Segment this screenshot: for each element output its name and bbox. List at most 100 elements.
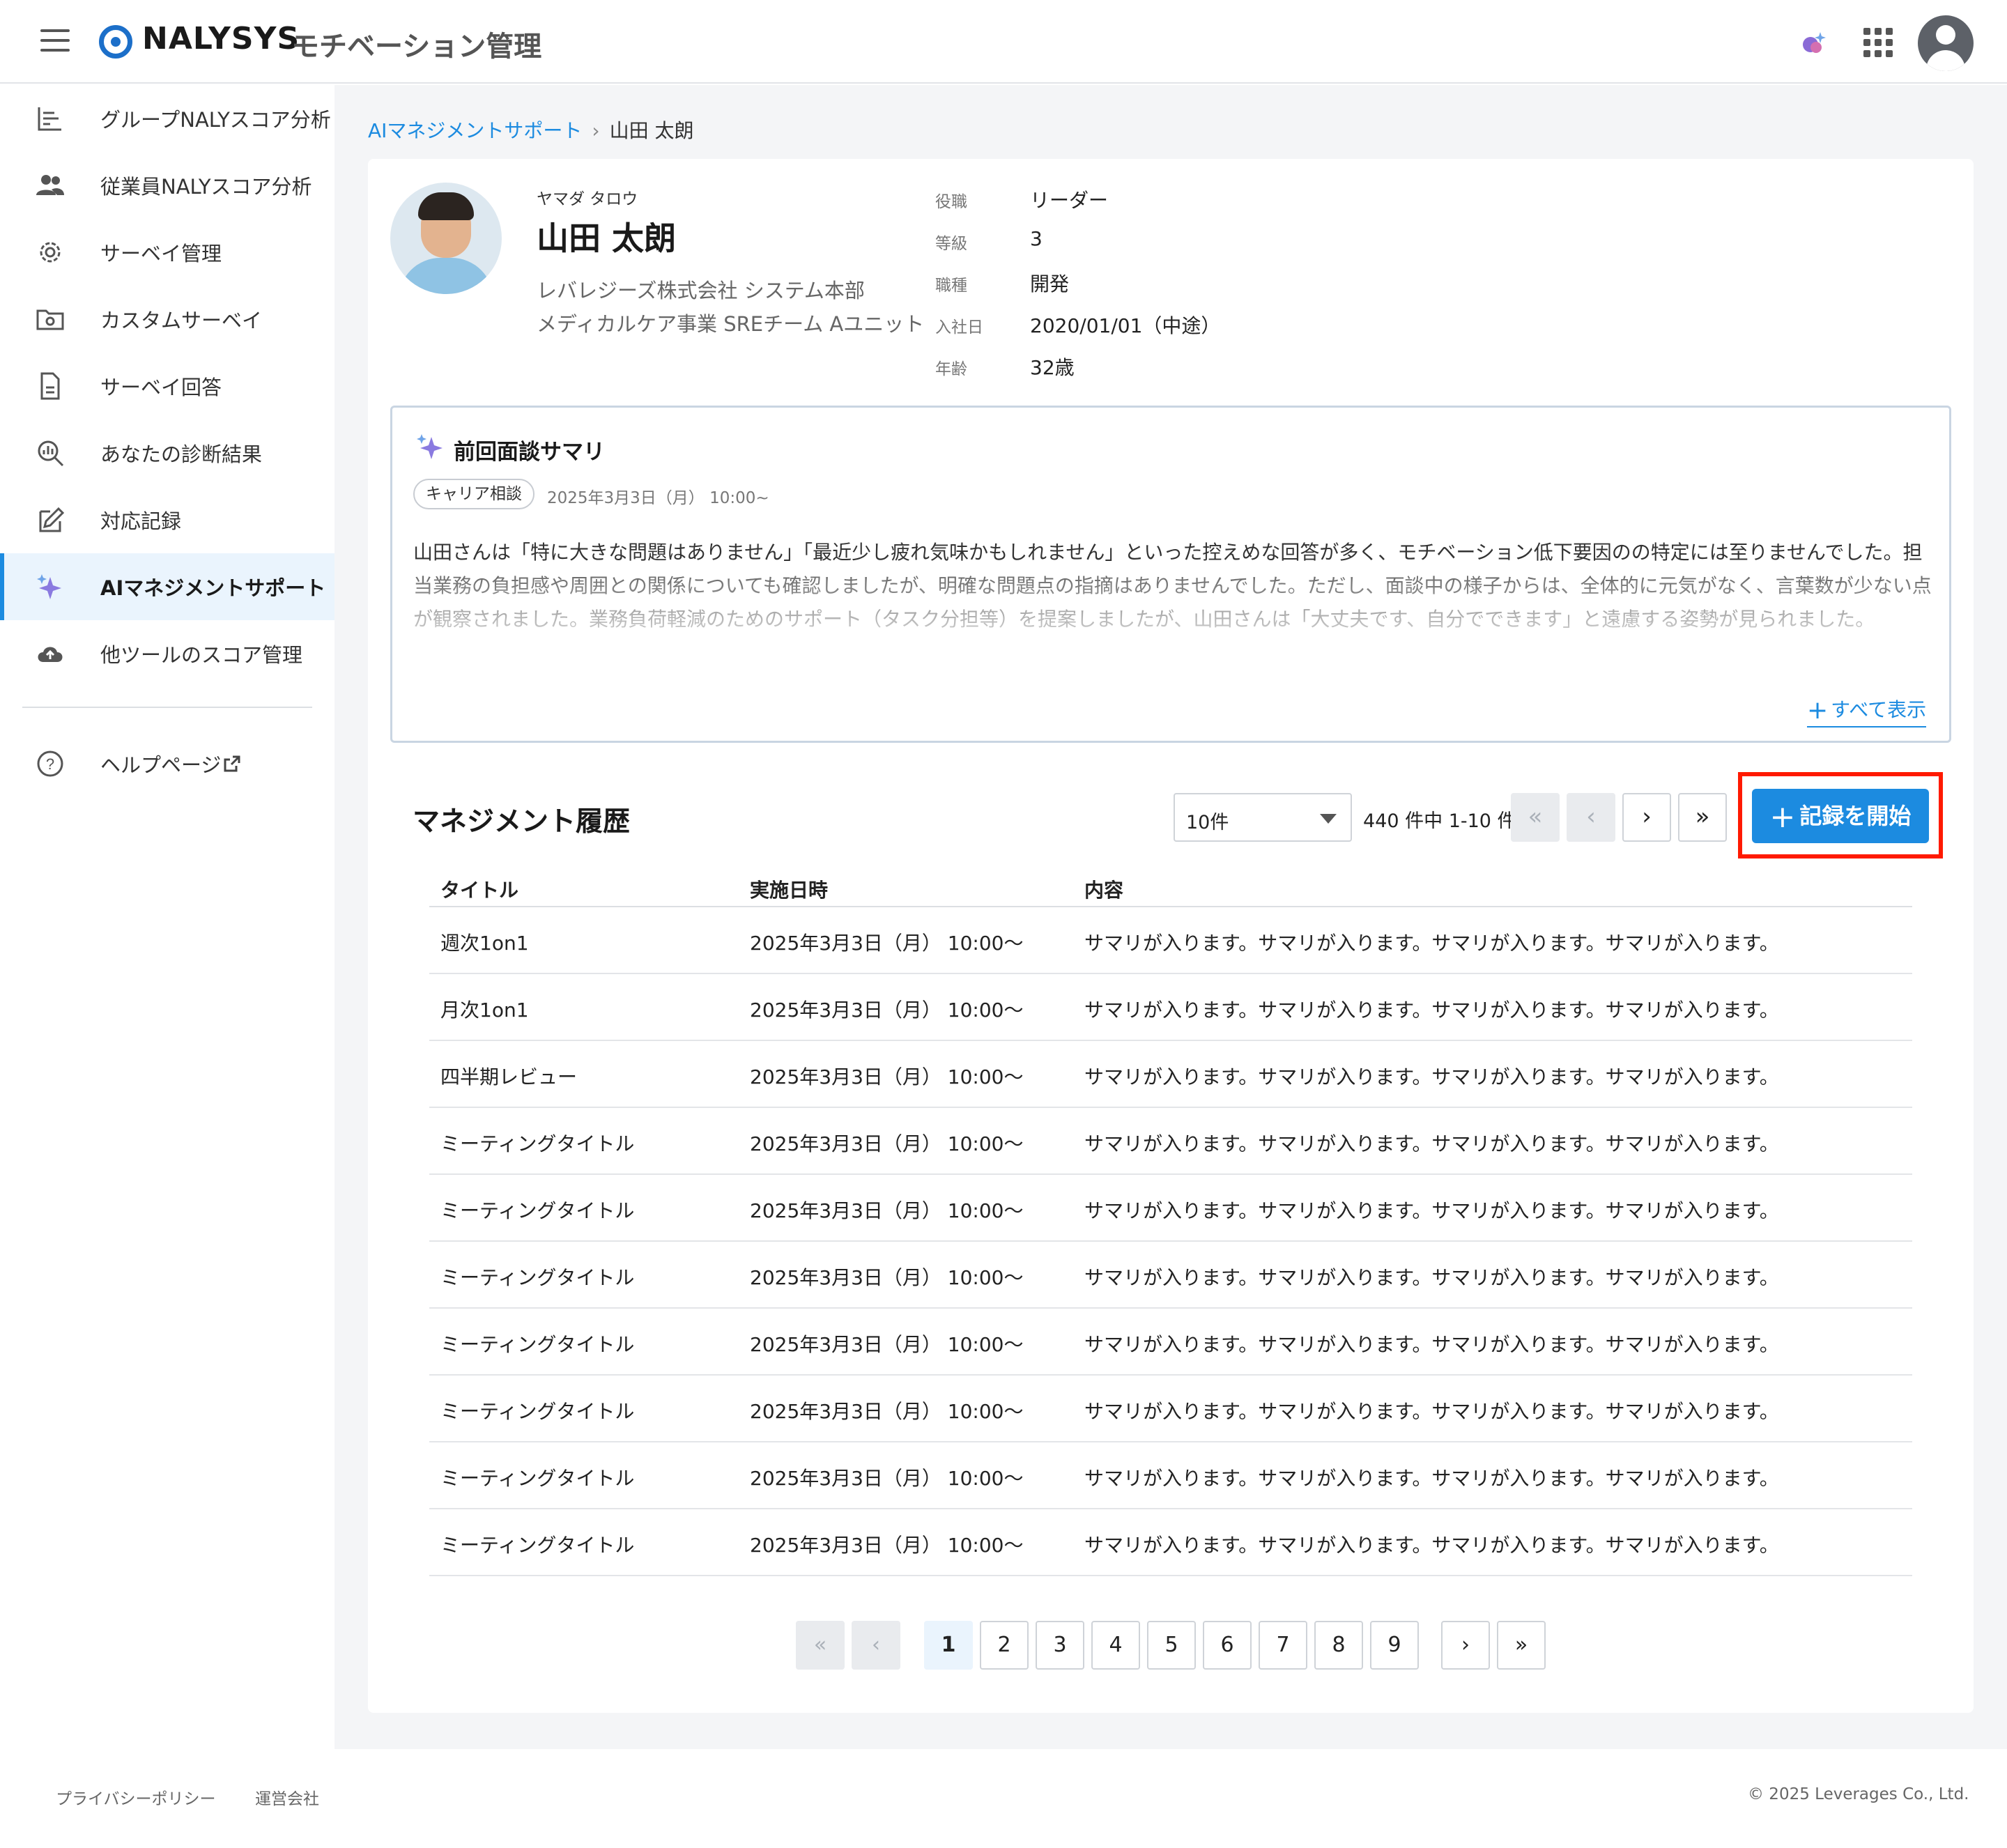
pagination-page-2[interactable]: 2 xyxy=(980,1621,1029,1670)
summary-category-tag: キャリア相談 xyxy=(413,479,535,509)
row-title: ミーティングタイトル xyxy=(440,1467,635,1490)
pagination-prev-button[interactable]: ‹ xyxy=(852,1621,900,1670)
summary-date: 2025年3月3日（月） 10:00~ xyxy=(547,489,769,507)
sidebar-item-other-tools[interactable]: 他ツールのスコア管理 xyxy=(0,620,334,687)
pagination-page-9[interactable]: 9 xyxy=(1370,1621,1419,1670)
per-page-select[interactable]: 10件 xyxy=(1174,793,1352,842)
first-page-button[interactable]: « xyxy=(1511,793,1560,842)
attr-value-join-date: 2020/01/01（中途） xyxy=(1030,314,1221,337)
sidebar-item-survey-management[interactable]: サーベイ管理 xyxy=(0,219,334,286)
people-icon xyxy=(36,175,64,195)
row-title: ミーティングタイトル xyxy=(440,1333,635,1356)
prev-page-button[interactable]: ‹ xyxy=(1567,793,1615,842)
pagination-page-5[interactable]: 5 xyxy=(1147,1621,1196,1670)
pagination-page-7[interactable]: 7 xyxy=(1259,1621,1307,1670)
pagination-page-6[interactable]: 6 xyxy=(1203,1621,1252,1670)
breadcrumb-parent-link[interactable]: AIマネジメントサポート xyxy=(368,119,582,142)
pagination-page-1[interactable]: 1 xyxy=(924,1621,973,1670)
attr-label-job: 職種 xyxy=(935,277,967,295)
column-header-content: 内容 xyxy=(1084,879,1124,902)
logo-icon[interactable] xyxy=(99,25,132,59)
sparkle-icon xyxy=(37,574,61,599)
next-page-button[interactable]: › xyxy=(1622,793,1671,842)
copyright: © 2025 Leverages Co., Ltd. xyxy=(1748,1785,1969,1803)
sidebar-item-diagnosis[interactable]: あなたの診断結果 xyxy=(0,419,334,486)
pagination-next-button[interactable]: › xyxy=(1441,1621,1490,1670)
row-content: サマリが入ります。サマリが入ります。サマリが入ります。サマリが入ります。 xyxy=(1084,1467,1779,1490)
show-all-label: すべて表示 xyxy=(1831,698,1927,721)
row-title: 四半期レビュー xyxy=(440,1065,578,1088)
sidebar-item-help[interactable]: ? ヘルプページ xyxy=(0,730,334,797)
cloud-upload-icon xyxy=(38,647,63,662)
magnifier-chart-icon xyxy=(38,440,64,467)
row-datetime: 2025年3月3日（月） 10:00〜 xyxy=(750,1534,1024,1557)
app-grid-icon[interactable] xyxy=(1863,28,1893,57)
last-page-button[interactable]: » xyxy=(1678,793,1727,842)
row-datetime: 2025年3月3日（月） 10:00〜 xyxy=(750,932,1024,955)
table-row[interactable]: ミーティングタイトル 2025年3月3日（月） 10:00〜 サマリが入ります。サマ… xyxy=(429,1108,1912,1175)
attr-value-position: リーダー xyxy=(1030,189,1109,212)
sidebar-item-label: 従業員NALYスコア分析 xyxy=(100,175,312,199)
user-avatar[interactable] xyxy=(1918,15,1974,71)
row-title: 週次1on1 xyxy=(440,932,529,955)
sidebar-item-label: 対応記録 xyxy=(100,509,182,533)
row-title: 月次1on1 xyxy=(440,999,529,1022)
row-content: サマリが入ります。サマリが入ります。サマリが入ります。サマリが入ります。 xyxy=(1084,1400,1779,1423)
row-content: サマリが入ります。サマリが入ります。サマリが入ります。サマリが入ります。 xyxy=(1084,1333,1779,1356)
table-row[interactable]: 四半期レビュー 2025年3月3日（月） 10:00〜 サマリが入ります。サマリが入… xyxy=(429,1041,1912,1108)
sidebar-item-group-score[interactable]: グループNALYスコア分析 xyxy=(0,85,334,152)
gear-icon xyxy=(40,242,61,263)
sidebar-item-label: AIマネジメントサポート xyxy=(100,576,326,600)
start-record-button[interactable]: + 記録を開始 xyxy=(1752,789,1929,843)
pagination-page-8[interactable]: 8 xyxy=(1314,1621,1363,1670)
sidebar-item-record[interactable]: 対応記録 xyxy=(0,486,334,553)
menu-icon[interactable] xyxy=(40,29,70,52)
logo-text[interactable]: NALYSYS xyxy=(142,21,300,56)
sidebar: グループNALYスコア分析 従業員NALYスコア分析 サーベイ管理 カスタムサー… xyxy=(0,85,334,1749)
privacy-policy-link[interactable]: プライバシーポリシー xyxy=(56,1785,216,1809)
row-content: サマリが入ります。サマリが入ります。サマリが入ります。サマリが入ります。 xyxy=(1084,932,1779,955)
table-row[interactable]: ミーティングタイトル 2025年3月3日（月） 10:00〜 サマリが入ります。サマ… xyxy=(429,1242,1912,1309)
row-datetime: 2025年3月3日（月） 10:00〜 xyxy=(750,1333,1024,1356)
pagination-page-3[interactable]: 3 xyxy=(1036,1621,1084,1670)
table-row[interactable]: ミーティングタイトル 2025年3月3日（月） 10:00〜 サマリが入ります。サマ… xyxy=(429,1509,1912,1576)
app-name: モチベーション管理 xyxy=(291,31,542,63)
show-all-link[interactable]: + すべて表示 xyxy=(1807,695,1927,727)
sidebar-item-label: ヘルプページ xyxy=(100,753,222,777)
table-row[interactable]: ミーティングタイトル 2025年3月3日（月） 10:00〜 サマリが入ります。サマ… xyxy=(429,1376,1912,1442)
pagination-first-button[interactable]: « xyxy=(796,1621,845,1670)
employee-unit: メディカルケア事業 SREチーム Aユニット xyxy=(537,312,925,336)
pagination-page-4[interactable]: 4 xyxy=(1091,1621,1140,1670)
table-row[interactable]: 月次1on1 2025年3月3日（月） 10:00〜 サマリが入ります。サマリが入り… xyxy=(429,974,1912,1041)
sidebar-item-custom-survey[interactable]: カスタムサーベイ xyxy=(0,286,334,353)
table-row[interactable]: ミーティングタイトル 2025年3月3日（月） 10:00〜 サマリが入ります。サマ… xyxy=(429,1175,1912,1242)
row-datetime: 2025年3月3日（月） 10:00〜 xyxy=(750,999,1024,1022)
row-datetime: 2025年3月3日（月） 10:00〜 xyxy=(750,1400,1024,1423)
employee-photo xyxy=(390,183,502,294)
table-row[interactable]: ミーティングタイトル 2025年3月3日（月） 10:00〜 サマリが入ります。サマ… xyxy=(429,1442,1912,1509)
row-datetime: 2025年3月3日（月） 10:00〜 xyxy=(750,1266,1024,1289)
plus-icon: + xyxy=(1769,799,1796,835)
employee-org: レバレジーズ株式会社 システム本部 xyxy=(537,279,865,302)
table-row[interactable]: ミーティングタイトル 2025年3月3日（月） 10:00〜 サマリが入ります。サマ… xyxy=(429,1309,1912,1376)
attr-value-job: 開発 xyxy=(1030,272,1070,295)
attr-label-grade: 等級 xyxy=(935,235,967,253)
ai-chat-icon[interactable] xyxy=(1798,31,1826,56)
sidebar-item-label: サーベイ回答 xyxy=(100,376,222,399)
sidebar-item-employee-score[interactable]: 従業員NALYスコア分析 xyxy=(0,152,334,219)
pagination-last-button[interactable]: » xyxy=(1497,1621,1546,1670)
sidebar-item-label: あなたの診断結果 xyxy=(100,442,263,466)
attr-label-position: 役職 xyxy=(935,193,967,211)
history-title: マネジメント履歴 xyxy=(413,806,631,838)
sidebar-item-ai-management[interactable]: AIマネジメントサポート xyxy=(0,553,334,620)
folder-gear-icon xyxy=(36,309,64,330)
row-content: サマリが入ります。サマリが入ります。サマリが入ります。サマリが入ります。 xyxy=(1084,1266,1779,1289)
sidebar-item-label: 他ツールのスコア管理 xyxy=(100,643,303,667)
attr-value-age: 32歳 xyxy=(1030,356,1075,379)
summary-title: 前回面談サマリ xyxy=(454,440,605,465)
sidebar-item-survey-answer[interactable]: サーベイ回答 xyxy=(0,353,334,419)
company-link[interactable]: 運営会社 xyxy=(255,1785,319,1809)
table-row[interactable]: 週次1on1 2025年3月3日（月） 10:00〜 サマリが入ります。サマリが入り… xyxy=(429,907,1912,974)
attr-label-join-date: 入社日 xyxy=(935,318,983,337)
sparkle-icon xyxy=(417,434,443,459)
